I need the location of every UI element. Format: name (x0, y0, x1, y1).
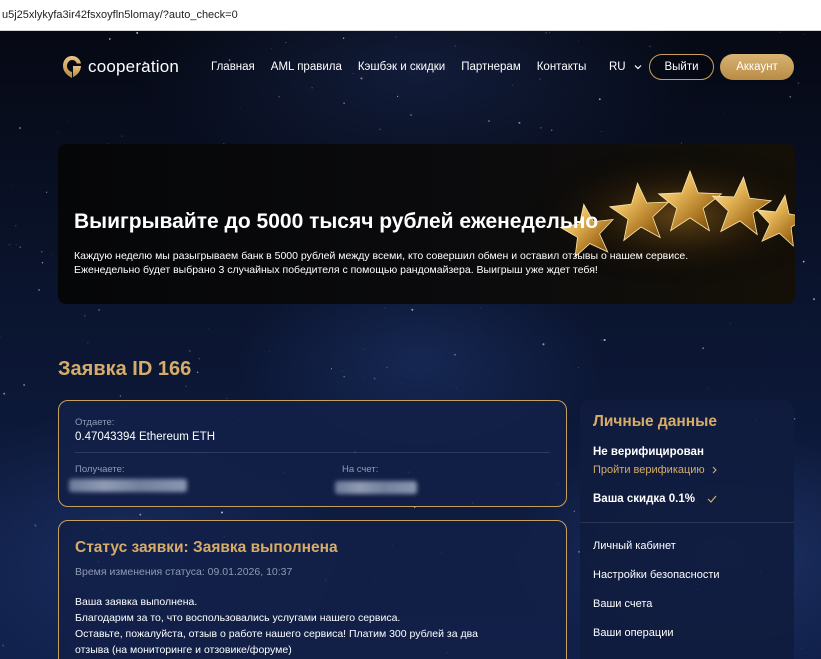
verification-status: Не верифицирован (593, 446, 704, 458)
discount-info: Ваша скидка 0.1% (593, 493, 717, 505)
sidebar-item-cabinet[interactable]: Личный кабинет (593, 540, 676, 552)
nav-home[interactable]: Главная (211, 61, 255, 73)
account-label: На счет: (342, 464, 379, 475)
receive-value-redacted (69, 479, 187, 492)
banner-title: Выигрывайте до 5000 тысяч рублей еженеде… (74, 210, 599, 233)
sidebar-item-security[interactable]: Настройки безопасности (593, 569, 720, 581)
banner-line: Еженедельно будет выбрано 3 случайных по… (74, 263, 598, 276)
language-label: RU (609, 61, 626, 73)
site-logo[interactable]: cooperation (62, 55, 179, 79)
logo-mark-icon (63, 56, 81, 78)
check-icon (707, 495, 717, 503)
divider (75, 452, 550, 453)
status-title: Статус заявки: Заявка выполнена (75, 539, 338, 557)
personal-data-sidebar: Личные данные Не верифицирован Пройти ве… (580, 400, 794, 659)
status-message: Ваша заявка выполнена. Благодарим за то,… (75, 594, 555, 658)
nav-partners[interactable]: Партнерам (461, 61, 521, 73)
logout-button[interactable]: Выйти (649, 54, 714, 80)
browser-address-bar[interactable]: u5j25xlykyfa3ir42fsxoyfln5lomay/?auto_ch… (0, 0, 821, 31)
status-time: Время изменения статуса: 09.01.2026, 10:… (75, 566, 293, 578)
receive-label: Получаете: (75, 464, 125, 475)
order-title: Заявка ID 166 (58, 358, 192, 380)
sidebar-item-accounts[interactable]: Ваши счета (593, 598, 652, 610)
chevron-down-icon (634, 65, 642, 70)
status-line: Благодарим за то, что воспользовались ус… (75, 612, 401, 624)
status-title-prefix: Статус заявки: (75, 539, 189, 556)
give-label: Отдаете: (75, 417, 115, 428)
status-state: Заявка выполнена (193, 539, 338, 556)
promo-banner[interactable]: Выигрывайте до 5000 тысяч рублей еженеде… (58, 144, 795, 304)
main-nav: Главная AML правила Кэшбэк и скидки Парт… (211, 61, 602, 73)
url-text: u5j25xlykyfa3ir42fsxoyfln5lomay/?auto_ch… (2, 9, 238, 21)
status-line: Ваша заявка выполнена. (75, 596, 198, 608)
divider (580, 522, 794, 523)
sidebar-item-operations[interactable]: Ваши операции (593, 627, 674, 639)
order-details-card: Отдаете: 0.47043394 Ethereum ETH Получае… (58, 400, 567, 507)
account-button[interactable]: Аккаунт (720, 54, 794, 80)
nav-contacts[interactable]: Контакты (537, 61, 587, 73)
logo-text: cooperation (88, 57, 180, 76)
order-status-card: Статус заявки: Заявка выполнена Время из… (58, 520, 567, 659)
verify-link-label: Пройти верификацию (593, 464, 705, 476)
account-value-redacted (335, 481, 417, 494)
language-selector[interactable]: RU (609, 61, 642, 73)
status-line: Оставьте, пожалуйста, отзыв о работе наш… (75, 628, 478, 640)
verify-link[interactable]: Пройти верификацию (593, 464, 717, 476)
banner-description: Каждую неделю мы разыгрываем банк в 5000… (74, 250, 774, 277)
sidebar-title: Личные данные (593, 413, 717, 430)
nav-cashback[interactable]: Кэшбэк и скидки (358, 61, 445, 73)
give-value: 0.47043394 Ethereum ETH (75, 431, 216, 443)
status-line: отзыва (на мониторинге и отзовике/форуме… (75, 644, 292, 656)
nav-aml-rules[interactable]: AML правила (271, 61, 342, 73)
chevron-right-icon (712, 466, 717, 474)
page: cooperation Главная AML правила Кэшбэк и… (0, 31, 821, 659)
discount-label: Ваша скидка 0.1% (593, 493, 695, 505)
banner-line: Каждую неделю мы разыгрываем банк в 5000… (74, 250, 689, 262)
